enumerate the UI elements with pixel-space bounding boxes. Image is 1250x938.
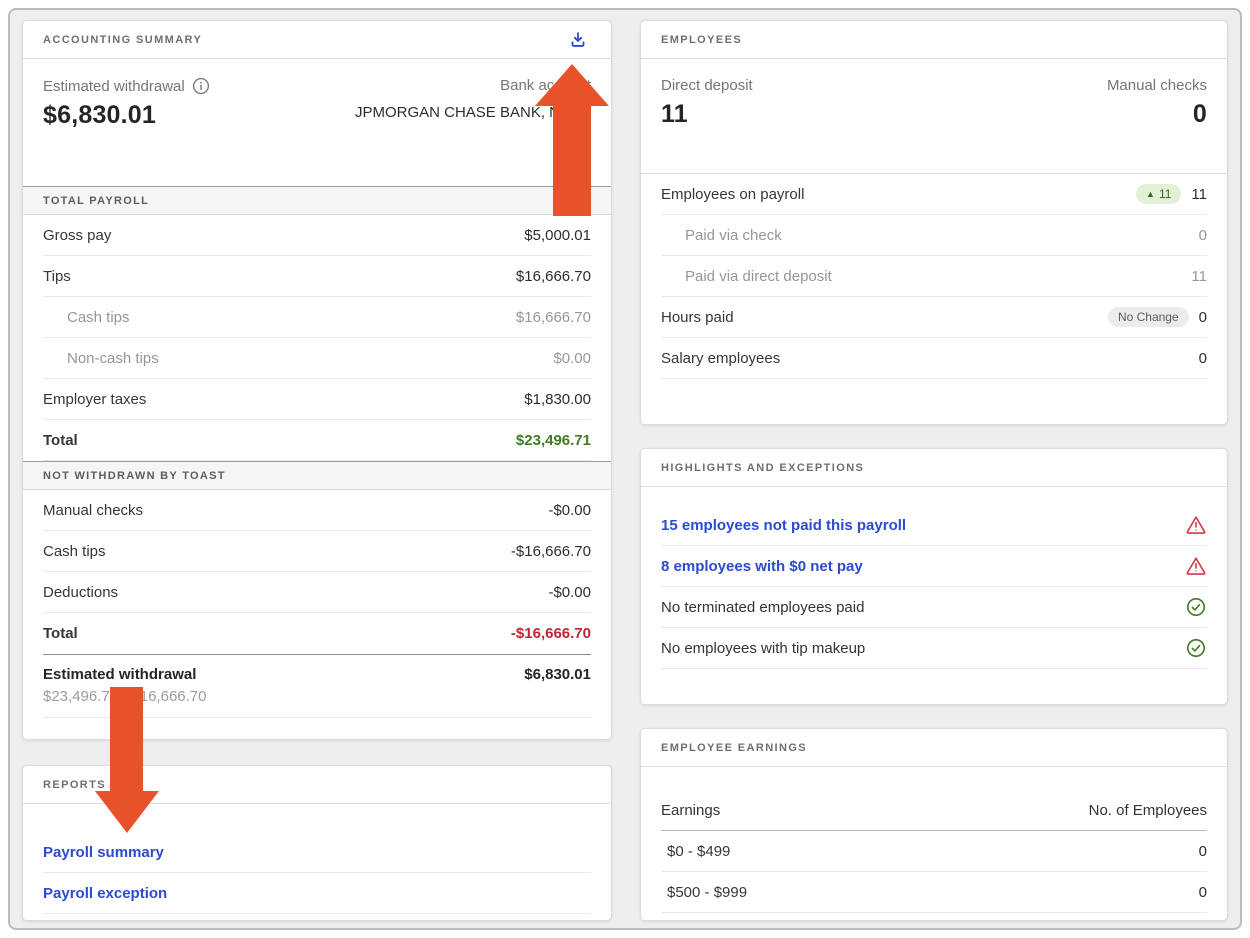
- highlights-title: HIGHLIGHTS AND EXCEPTIONS: [661, 462, 864, 474]
- total-payroll-section-header: TOTAL PAYROLL: [23, 186, 611, 215]
- download-button[interactable]: [565, 27, 591, 53]
- employees-rows: Employees on payroll ▲ 11 11 Paid via ch…: [641, 174, 1227, 379]
- table-row: $0 - $499 0: [661, 831, 1207, 872]
- report-link-row: Payroll summary: [43, 832, 591, 873]
- exception-row: 15 employees not paid this payroll: [661, 505, 1207, 546]
- highlights-header: HIGHLIGHTS AND EXCEPTIONS: [641, 449, 1227, 487]
- reports-header: REPORTS: [23, 766, 611, 804]
- table-row: Employer taxes $1,830.00: [43, 379, 591, 420]
- employee-earnings-title: EMPLOYEE EARNINGS: [661, 742, 807, 754]
- zero-net-pay-link[interactable]: 8 employees with $0 net pay: [661, 558, 863, 575]
- table-row: Paid via check 0: [661, 215, 1207, 256]
- employee-earnings-header: EMPLOYEE EARNINGS: [641, 729, 1227, 767]
- table-row: Tips $16,666.70: [43, 256, 591, 297]
- manual-checks-label: Manual checks: [1107, 77, 1207, 94]
- estimated-withdrawal-label: Estimated withdrawal: [43, 78, 185, 95]
- table-row: Non-cash tips $0.00: [43, 338, 591, 379]
- earnings-rows: $0 - $499 0 $500 - $999 0: [641, 831, 1227, 913]
- highlights-rows: 15 employees not paid this payroll 8 emp…: [641, 505, 1227, 669]
- table-row: Paid via direct deposit 11: [661, 256, 1207, 297]
- table-row: Cash tips -$16,666.70: [43, 531, 591, 572]
- estimated-withdrawal-footer: Estimated withdrawal $23,496.71 - $16,66…: [23, 655, 611, 717]
- check-icon: [1185, 596, 1207, 618]
- employees-header: EMPLOYEES: [641, 21, 1227, 59]
- not-withdrawn-section-header: NOT WITHDRAWN BY TOAST: [23, 461, 611, 490]
- divider: [43, 717, 591, 718]
- table-row: Employees on payroll ▲ 11 11: [661, 174, 1207, 215]
- warning-icon: [1185, 555, 1207, 577]
- direct-deposit-label: Direct deposit: [661, 77, 753, 94]
- highlight-row: No terminated employees paid: [661, 587, 1207, 628]
- withdrawal-summary: Estimated withdrawal $6,830.01 Bank acco…: [23, 59, 611, 186]
- accounting-summary-title: ACCOUNTING SUMMARY: [43, 34, 202, 46]
- exception-row: 8 employees with $0 net pay: [661, 546, 1207, 587]
- table-row: Deductions -$0.00: [43, 572, 591, 613]
- check-icon: [1185, 637, 1207, 659]
- table-row: Cash tips $16,666.70: [43, 297, 591, 338]
- footer-formula: $23,496.71 - $16,666.70: [43, 688, 206, 705]
- earnings-table-header: Earnings No. of Employees: [661, 791, 1207, 831]
- count-column-header: No. of Employees: [1089, 802, 1207, 819]
- highlights-card: HIGHLIGHTS AND EXCEPTIONS 15 employees n…: [640, 448, 1228, 705]
- estimated-withdrawal-label-row: Estimated withdrawal: [43, 77, 210, 95]
- earnings-column-header: Earnings: [661, 802, 720, 819]
- accounting-summary-card: ACCOUNTING SUMMARY Estimated withdrawal …: [22, 20, 612, 740]
- estimated-withdrawal-value: $6,830.01: [43, 101, 210, 130]
- reports-card: REPORTS Payroll summary Payroll exceptio…: [22, 765, 612, 921]
- employees-summary: Direct deposit 11 Manual checks 0: [641, 59, 1227, 174]
- badge-count: 11: [1159, 187, 1171, 201]
- employee-earnings-card: EMPLOYEE EARNINGS Earnings No. of Employ…: [640, 728, 1228, 921]
- employees-card: EMPLOYEES Direct deposit 11 Manual check…: [640, 20, 1228, 425]
- triangle-up-icon: ▲: [1146, 187, 1155, 201]
- not-withdrawn-total-row: Total -$16,666.70: [43, 613, 591, 654]
- reports-title: REPORTS: [43, 779, 106, 791]
- manual-checks-value: 0: [1107, 100, 1207, 129]
- table-row: Gross pay $5,000.01: [43, 215, 591, 256]
- increase-badge: ▲ 11: [1136, 184, 1181, 204]
- direct-deposit-value: 11: [661, 100, 753, 129]
- highlight-row: No employees with tip makeup: [661, 628, 1207, 669]
- payroll-exception-link[interactable]: Payroll exception: [43, 885, 167, 902]
- no-change-badge: No Change: [1108, 307, 1189, 327]
- footer-label: Estimated withdrawal: [43, 666, 206, 683]
- warning-icon: [1185, 514, 1207, 536]
- table-row: Manual checks -$0.00: [43, 490, 591, 531]
- not-paid-employees-link[interactable]: 15 employees not paid this payroll: [661, 517, 906, 534]
- not-withdrawn-rows: Manual checks -$0.00 Cash tips -$16,666.…: [23, 490, 611, 654]
- info-icon[interactable]: [192, 77, 210, 95]
- report-link-row: Payroll exception: [43, 873, 591, 914]
- bank-account-label: Bank account: [355, 77, 591, 94]
- table-row: Salary employees 0: [661, 338, 1207, 379]
- accounting-summary-header: ACCOUNTING SUMMARY: [23, 21, 611, 59]
- employees-title: EMPLOYEES: [661, 34, 742, 46]
- payroll-summary-link[interactable]: Payroll summary: [43, 844, 164, 861]
- reports-links: Payroll summary Payroll exception: [23, 832, 611, 914]
- table-row: Hours paid No Change 0: [661, 297, 1207, 338]
- dashboard-background: ACCOUNTING SUMMARY Estimated withdrawal …: [8, 8, 1242, 930]
- total-payroll-total-row: Total $23,496.71: [43, 420, 591, 461]
- footer-value: $6,830.01: [524, 666, 591, 683]
- download-icon: [567, 29, 589, 51]
- table-row: $500 - $999 0: [661, 872, 1207, 913]
- bank-account-value: JPMORGAN CHASE BANK, NA••••: [355, 104, 591, 121]
- total-payroll-rows: Gross pay $5,000.01 Tips $16,666.70 Cash…: [23, 215, 611, 461]
